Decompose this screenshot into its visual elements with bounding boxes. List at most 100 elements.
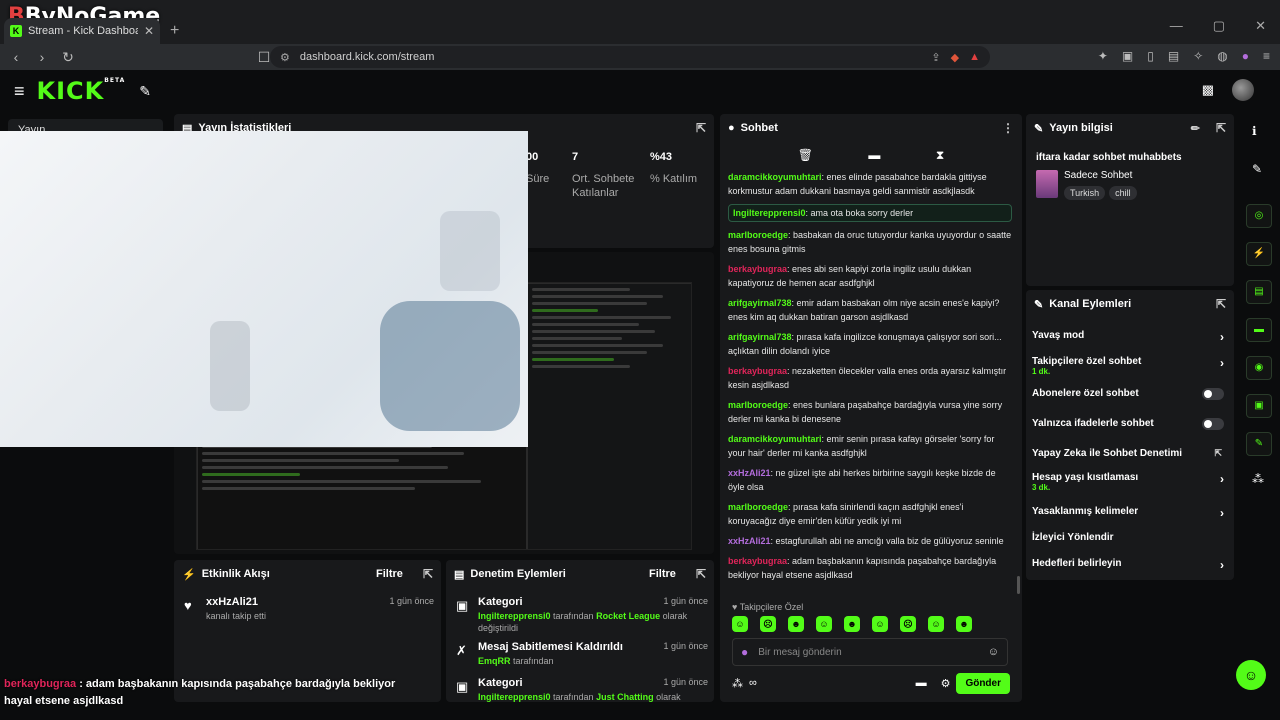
bolt-icon[interactable]: ⚡: [1246, 242, 1272, 266]
chat-username[interactable]: berkaybugraa: [728, 556, 787, 566]
support-chat-button[interactable]: ☺: [1236, 660, 1266, 690]
vpn-icon[interactable]: ◍: [1217, 49, 1227, 63]
chat-username[interactable]: marlboroedge: [728, 400, 788, 410]
toggle-switch[interactable]: [1202, 418, 1224, 430]
channel-action-item[interactable]: Yapay Zeka ile Sohbet Denetimi ⇱: [1032, 448, 1228, 459]
chat-username[interactable]: marlboroedge: [728, 502, 788, 512]
browser-tab[interactable]: K Stream - Kick Dashboard ✕: [4, 18, 160, 44]
chat-mode-icon[interactable]: ▬: [868, 148, 880, 163]
sidebar-icon[interactable]: ▯: [1147, 49, 1154, 63]
back-icon[interactable]: ‹: [6, 49, 26, 65]
chat-scrollbar[interactable]: [1017, 576, 1020, 594]
chat-bubble-icon[interactable]: ▬: [1246, 318, 1272, 342]
maximize-icon[interactable]: ▢: [1213, 18, 1225, 34]
wrench-icon[interactable]: ✎: [1246, 432, 1272, 456]
emote-icon[interactable]: ☺: [816, 616, 832, 632]
toggle-switch[interactable]: [1202, 388, 1224, 400]
channel-action-item[interactable]: Yasaklanmış kelimeler ›: [1032, 506, 1228, 520]
channel-action-item[interactable]: Yalnızca ifadelerle sohbet: [1032, 418, 1228, 430]
chat-username[interactable]: berkaybugraa: [728, 366, 787, 376]
mod-filter-button[interactable]: Filtre: [649, 568, 676, 580]
chevron-right-icon[interactable]: ›: [1220, 472, 1224, 486]
channel-action-item[interactable]: Takipçilere özel sohbet 1 dk. ›: [1032, 356, 1228, 376]
emote-icon[interactable]: ☹: [760, 616, 776, 632]
pencil-icon[interactable]: ✎: [1252, 162, 1262, 176]
channel-action-item[interactable]: Yavaş mod ›: [1032, 330, 1228, 344]
popout-icon[interactable]: ⇱: [696, 121, 706, 135]
menu-icon[interactable]: ≡: [1263, 49, 1270, 63]
url-field[interactable]: ⚙ dashboard.kick.com/stream ⇪ ◆ ▲: [270, 46, 990, 68]
close-tab-icon[interactable]: ✕: [144, 24, 154, 38]
target-icon[interactable]: ◎: [1246, 204, 1272, 228]
live-studio-icon[interactable]: ▩: [1202, 82, 1214, 98]
popout-icon[interactable]: ⇱: [423, 567, 433, 581]
ai-icon[interactable]: ✧: [1193, 49, 1203, 63]
info-icon[interactable]: ℹ: [1252, 124, 1257, 138]
more-options-icon[interactable]: ⋮: [1002, 121, 1014, 135]
badges-icon[interactable]: ⁂: [1252, 472, 1264, 486]
chat-username[interactable]: berkaybugraa: [728, 264, 787, 274]
emote-icon[interactable]: ☻: [844, 616, 860, 632]
popout-icon[interactable]: ⇱: [1216, 297, 1226, 311]
popout-icon[interactable]: ⇱: [696, 567, 706, 581]
reload-icon[interactable]: ↻: [58, 49, 78, 66]
send-button[interactable]: Gönder: [956, 672, 1010, 694]
wallet-icon[interactable]: ▤: [1168, 49, 1179, 63]
activity-filter-button[interactable]: Filtre: [376, 568, 403, 580]
gear-icon[interactable]: ⚙: [941, 677, 951, 690]
profile-icon[interactable]: ●: [1242, 49, 1249, 63]
emoji-icon[interactable]: ☺: [988, 646, 999, 658]
chevron-right-icon[interactable]: ›: [1220, 558, 1224, 572]
chat-username[interactable]: xxHzAli21: [728, 468, 771, 478]
avatar[interactable]: [1232, 79, 1254, 101]
edit-icon[interactable]: ✏: [1191, 122, 1200, 135]
chat-bubble-icon[interactable]: ▬: [916, 677, 927, 689]
badges-icon[interactable]: ⁂: [732, 677, 743, 690]
chat-username[interactable]: arifgayirnal738: [728, 298, 792, 308]
rewards-icon[interactable]: ▲: [969, 51, 980, 64]
new-tab-icon[interactable]: +: [170, 22, 179, 40]
infinity-icon[interactable]: ∞: [749, 677, 757, 689]
chat-input[interactable]: ● Bir mesaj gönderin ☺: [732, 638, 1008, 666]
mod-actor[interactable]: EmqRR: [478, 656, 511, 666]
chat-username[interactable]: arifgayirnal738: [728, 332, 792, 342]
trash-icon[interactable]: 🗑: [798, 148, 813, 163]
chat-username[interactable]: daramcikkoyumuhtari: [728, 172, 822, 182]
microphone-icon[interactable]: ●: [741, 645, 748, 659]
emote-icon[interactable]: ☻: [956, 616, 972, 632]
emote-icon[interactable]: ☺: [872, 616, 888, 632]
screenshot-icon[interactable]: ▣: [1122, 49, 1133, 63]
emote-icon[interactable]: ☻: [788, 616, 804, 632]
extensions-icon[interactable]: ✦: [1098, 49, 1108, 63]
site-info-icon[interactable]: ⚙: [280, 51, 290, 64]
document-icon[interactable]: ▤: [1246, 280, 1272, 304]
channel-action-item[interactable]: Hedefleri belirleyin ›: [1032, 558, 1228, 572]
channel-action-item[interactable]: Hesap yaşı kısıtlaması 3 dk. ›: [1032, 472, 1228, 492]
mod-actor[interactable]: Ingilterepprensi0: [478, 611, 551, 621]
minimize-icon[interactable]: —: [1170, 18, 1183, 34]
share-icon[interactable]: ⇪: [931, 51, 940, 64]
chevron-right-icon[interactable]: ›: [1220, 356, 1224, 370]
creator-tools-icon[interactable]: ✎: [139, 83, 151, 100]
hamburger-menu-icon[interactable]: ≡: [14, 81, 25, 102]
emote-icon[interactable]: ☺: [928, 616, 944, 632]
channel-action-item[interactable]: İzleyici Yönlendir: [1032, 532, 1228, 543]
clipboard-icon[interactable]: ▣: [1246, 394, 1272, 418]
chevron-right-icon[interactable]: ›: [1220, 506, 1224, 520]
chat-username[interactable]: Ingilterepprensi0: [733, 208, 806, 218]
popout-icon[interactable]: ⇱: [1216, 121, 1226, 135]
channel-action-item[interactable]: Abonelere özel sohbet: [1032, 388, 1228, 400]
chat-username[interactable]: xxHzAli21: [728, 536, 771, 546]
emote-icon[interactable]: ☹: [900, 616, 916, 632]
kick-logo[interactable]: KICKBETA: [37, 77, 126, 105]
chat-username[interactable]: daramcikkoyumuhtari: [728, 434, 822, 444]
chat-username[interactable]: marlboroedge: [728, 230, 788, 240]
emote-icon[interactable]: ☺: [732, 616, 748, 632]
hourglass-icon[interactable]: ⧗: [936, 148, 944, 163]
broadcast-icon[interactable]: ◉: [1246, 356, 1272, 380]
brave-shield-icon[interactable]: ◆: [951, 51, 959, 64]
close-window-icon[interactable]: ✕: [1255, 18, 1266, 34]
external-link-icon[interactable]: ⇱: [1214, 448, 1222, 459]
forward-icon[interactable]: ›: [32, 49, 52, 65]
chevron-right-icon[interactable]: ›: [1220, 330, 1224, 344]
